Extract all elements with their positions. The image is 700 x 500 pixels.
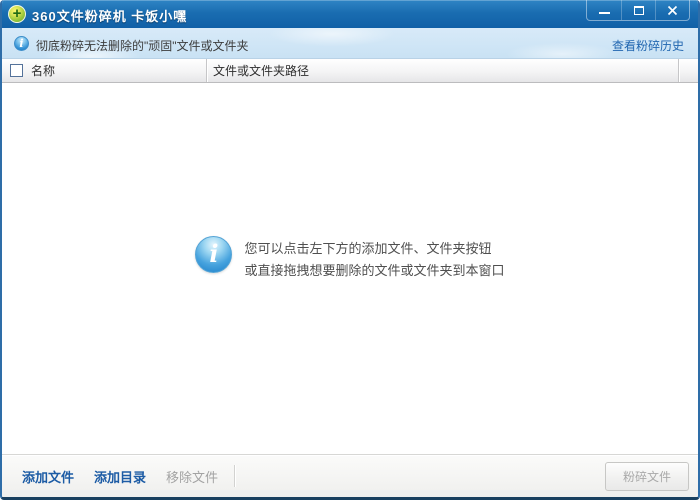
- app-icon: +: [8, 5, 26, 23]
- maximize-button[interactable]: [621, 0, 655, 20]
- minimize-button[interactable]: [587, 0, 621, 20]
- minimize-icon: [598, 12, 610, 14]
- info-icon-large: i: [195, 236, 233, 273]
- info-icon: i: [14, 36, 29, 51]
- remove-file-button[interactable]: 移除文件: [156, 461, 228, 492]
- add-file-button[interactable]: 添加文件: [12, 461, 84, 492]
- info-bar: i 彻底粉碎无法删除的"顽固"文件或文件夹 查看粉碎历史: [2, 28, 698, 59]
- file-drop-area[interactable]: i 您可以点击左下方的添加文件、文件夹按钮 或直接拖拽想要删除的文件或文件夹到本…: [2, 84, 698, 455]
- toolbar-divider: [234, 465, 236, 487]
- bottom-toolbar: 添加文件 添加目录 移除文件 粉碎文件: [2, 454, 698, 497]
- empty-state-line1: 您可以点击左下方的添加文件、文件夹按钮: [244, 241, 492, 256]
- title-bar[interactable]: + 360文件粉碎机 卡饭小嘿: [2, 0, 698, 28]
- app-window: + 360文件粉碎机 卡饭小嘿 i 彻底粉碎无法删除的"顽固"文件或文件夹 查看…: [0, 0, 700, 500]
- shred-file-button[interactable]: 粉碎文件: [605, 462, 689, 491]
- column-name-label: 名称: [31, 64, 56, 78]
- empty-state: i 您可以点击左下方的添加文件、文件夹按钮 或直接拖拽想要删除的文件或文件夹到本…: [2, 236, 698, 282]
- select-all-checkbox[interactable]: [10, 64, 23, 77]
- empty-state-text: 您可以点击左下方的添加文件、文件夹按钮 或直接拖拽想要删除的文件或文件夹到本窗口: [244, 236, 504, 282]
- shred-history-link[interactable]: 查看粉碎历史: [612, 37, 684, 54]
- window-controls: [586, 0, 690, 21]
- column-header-name[interactable]: 名称: [2, 59, 206, 82]
- empty-state-line2: 或直接拖拽想要删除的文件或文件夹到本窗口: [244, 263, 505, 278]
- window-title: 360文件粉碎机 卡饭小嘿: [32, 9, 188, 24]
- info-bar-message: 彻底粉碎无法删除的"顽固"文件或文件夹: [36, 39, 249, 53]
- column-path-label: 文件或文件夹路径: [213, 64, 310, 78]
- column-header-path[interactable]: 文件或文件夹路径: [206, 59, 678, 82]
- add-directory-button[interactable]: 添加目录: [84, 461, 156, 492]
- close-icon: [667, 5, 678, 15]
- column-header-spacer: [678, 59, 698, 82]
- close-button[interactable]: [655, 0, 689, 20]
- maximize-icon: [633, 5, 644, 15]
- list-header: 名称 文件或文件夹路径: [2, 59, 698, 83]
